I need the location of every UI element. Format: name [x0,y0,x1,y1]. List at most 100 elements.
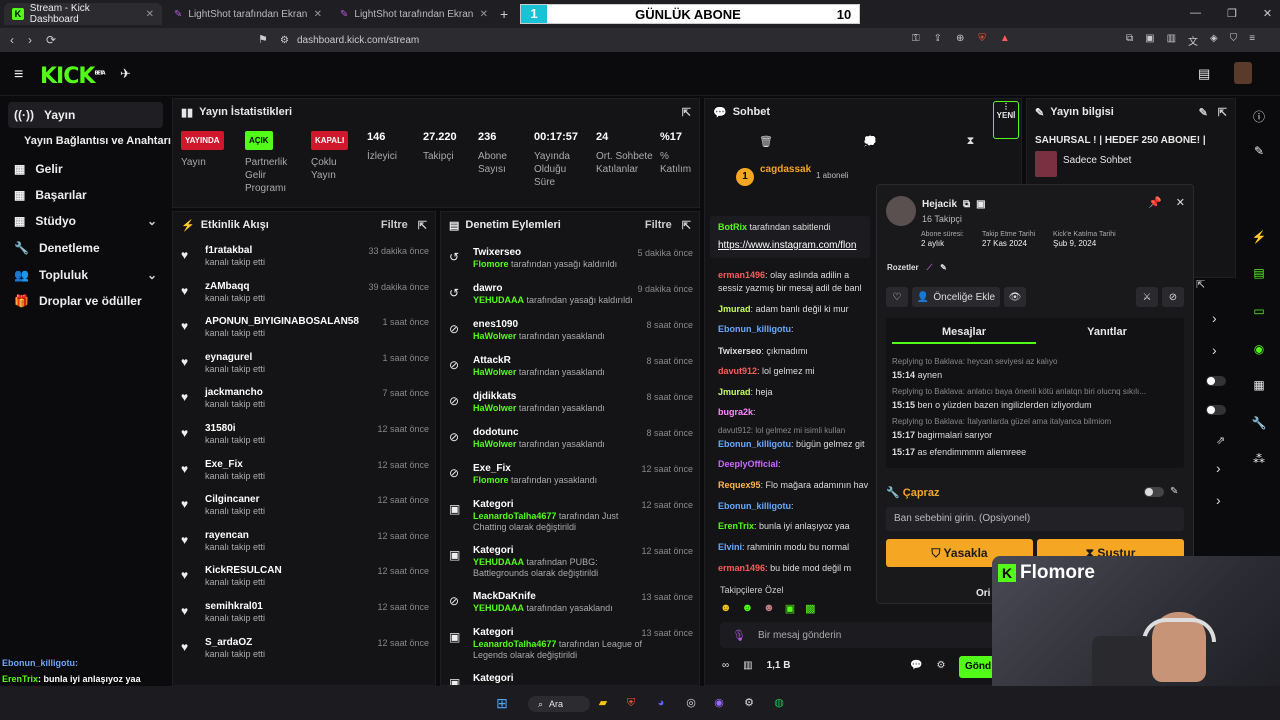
card-icon[interactable]: ▣ [976,199,985,210]
nodes-icon[interactable]: ⁂ [1250,452,1268,470]
event-user[interactable]: zAMbaqq [205,280,265,293]
close-tab-icon[interactable]: ✕ [314,9,322,20]
pin-icon[interactable]: 📌 [1148,196,1162,209]
chat-message[interactable]: Twixerseo: çıkmadımı [718,346,868,357]
toggle-switch[interactable] [1206,376,1226,386]
chevron-right-icon[interactable]: › [1212,342,1217,358]
steam-icon[interactable]: ⚙ [740,694,758,712]
mic-icon[interactable]: 🎙 [732,629,746,642]
chat-username[interactable]: Jmurad [718,387,751,397]
maximize-icon[interactable]: ❐ [1227,7,1237,20]
mod-action-row[interactable]: ⊘ Exe_Fix Flomore tarafından yasaklandı 12 … [441,462,699,498]
mod-action-row[interactable]: ▣ Kategori LeanardoTalha4677 tarafından Ju… [441,498,699,534]
tab-search-icon[interactable]: ▣ [1145,33,1154,48]
chat-message[interactable]: erman1496: olay aslında adilin a [718,270,868,281]
close-icon[interactable]: ✕ [1176,196,1185,209]
event-row[interactable]: ♥ Exe_Fix kanalı takip etti 12 saat önce [173,458,435,494]
chat-username[interactable]: Elvini [718,542,742,552]
chat-bubble-icon[interactable]: 💭 [863,135,877,148]
chat-username[interactable]: Twixerseo [718,346,761,356]
mod-target[interactable]: Kategori [473,498,653,511]
emote-icon[interactable]: ☻ [720,602,732,615]
sidebar-item-basarilar[interactable]: ▦ Başarılar [8,182,163,208]
emote-icon[interactable]: ☻ [742,602,754,615]
event-row[interactable]: ♥ KickRESULCAN kanalı takip etti 12 saat ön… [173,564,435,600]
section-toggle[interactable] [1144,487,1164,497]
chat-message[interactable]: davut912: lol gelmez mi [718,366,868,377]
url-field[interactable]: ⚙ dashboard.kick.com/stream [280,31,940,49]
event-user[interactable]: Exe_Fix [205,458,265,471]
event-row[interactable]: ♥ rayencan kanalı takip etti 12 saat önce [173,529,435,565]
chat-username[interactable]: bugra2k [718,407,753,417]
chat-username[interactable]: Ebonun_killigotu [718,501,791,511]
mod-action-row[interactable]: ⊘ dodotunc HaWolwer tarafından yasaklandı 8… [441,426,699,462]
avatar[interactable] [1234,62,1252,84]
event-row[interactable]: ♥ 31580i kanalı takip etti 12 saat önce [173,422,435,458]
pinned-link[interactable]: https://www.instagram.com/flon [718,240,868,251]
moderator-name[interactable]: Flomore [473,475,509,485]
emote-icon[interactable]: ▩ [805,602,815,615]
event-row[interactable]: ♥ eynagurel kanalı takip etti 1 saat önce [173,351,435,387]
chat-message[interactable]: erman1496: bu bide mod değil m [718,563,868,574]
moderator-name[interactable]: HaWolwer [473,403,516,413]
translate-icon[interactable]: 文 [1188,33,1198,48]
event-user[interactable]: rayencan [205,529,265,542]
reload-icon[interactable]: ⟳ [46,33,56,47]
menu-icon[interactable]: ≡ [1249,33,1255,48]
mod-button[interactable]: ⚔ [1136,287,1158,307]
password-icon[interactable]: ⚿ [912,33,920,44]
popout-icon[interactable]: ⇱ [418,219,427,232]
viewers-icon[interactable]: ∞ [722,660,729,671]
hourglass-icon[interactable]: ⧗ [967,135,975,148]
chevron-right-icon[interactable]: › [1216,492,1221,508]
add-priority-button[interactable]: 👤 Önceliğe Ekle [912,287,1000,307]
chat-message[interactable]: Ebonun_killigotu: [718,501,868,512]
moderator-name[interactable]: YEHUDAAA [473,557,524,567]
mod-target[interactable]: MackDaKnife [473,590,653,603]
close-window-icon[interactable]: ✕ [1263,7,1272,20]
block-button[interactable]: ⊘ [1162,287,1184,307]
tab-messages[interactable]: Mesajlar [892,326,1036,344]
mod-target[interactable]: dodotunc [473,426,653,439]
windows-start-icon[interactable]: ⊞ [493,694,511,712]
event-row[interactable]: ♥ S_ardaOZ kanalı takip etti 12 saat önce [173,636,435,672]
event-row[interactable]: ♥ f1ratakbal kanalı takip etti 33 dakika ön… [173,244,435,280]
moderator-name[interactable]: HaWolwer [473,331,516,341]
event-user[interactable]: f1ratakbal [205,244,265,257]
pin-icon[interactable]: ✈ [120,66,131,82]
taskbar-search[interactable]: ⌕ Ara [528,696,590,712]
moderator-name[interactable]: LeanardoTalha4677 [473,511,556,521]
list-icon[interactable]: ▤ [1250,266,1268,284]
mod-target[interactable]: djdikkats [473,390,653,403]
chat-username[interactable]: Requex95 [718,480,761,490]
close-tab-icon[interactable]: ✕ [480,9,488,20]
event-row[interactable]: ♥ Cilgincaner kanalı takip etti 12 saat önc… [173,493,435,529]
moderator-name[interactable]: HaWolwer [473,367,516,377]
event-user[interactable]: S_ardaOZ [205,636,265,649]
event-user[interactable]: Cilgincaner [205,493,265,506]
mod-target[interactable]: Kategori [473,672,653,685]
mod-action-row[interactable]: ▣ Kategori [441,672,699,685]
stats-icon[interactable]: ⇗ [1216,434,1225,447]
sidebar-item-yayin[interactable]: ((·)) Yayın [8,102,163,128]
mod-target[interactable]: AttackR [473,354,653,367]
moderator-name[interactable]: YEHUDAAA [473,603,524,613]
ban-reason-input[interactable]: Ban sebebini girin. (Opsiyonel) [886,507,1184,531]
extensions-icon[interactable]: ⧉ [1126,33,1133,48]
tab-replies[interactable]: Yanıtlar [1036,326,1178,338]
chat-username[interactable]: ErenTrix [718,521,754,531]
edit-icon[interactable]: ✎ [1199,106,1208,119]
moderator-name[interactable]: LeanardoTalha4677 [473,639,556,649]
chat-message[interactable]: Jmurad: adam banlı değil ki mur [718,304,868,315]
mod-action-row[interactable]: ⊘ AttackR HaWolwer tarafından yasaklandı 8 … [441,354,699,390]
browser-tab-lightshot-1[interactable]: ✎ LightShot tarafından Ekran Görüntüs ✕ [166,3,330,25]
event-user[interactable]: eynagurel [205,351,265,364]
copy-icon[interactable]: ⧉ [963,199,970,210]
emoji-icon[interactable]: 💬 [910,660,922,671]
obs-icon[interactable]: ◎ [682,694,700,712]
forward-icon[interactable]: › [28,33,32,47]
mod-action-row[interactable]: ▣ Kategori YEHUDAAA tarafından PUBG: Battl… [441,544,699,580]
mod-action-row[interactable]: ↺ Twixerseo Flomore tarafından yasağı kald… [441,246,699,282]
event-user[interactable]: jackmancho [205,386,265,399]
mod-target[interactable]: enes1090 [473,318,653,331]
